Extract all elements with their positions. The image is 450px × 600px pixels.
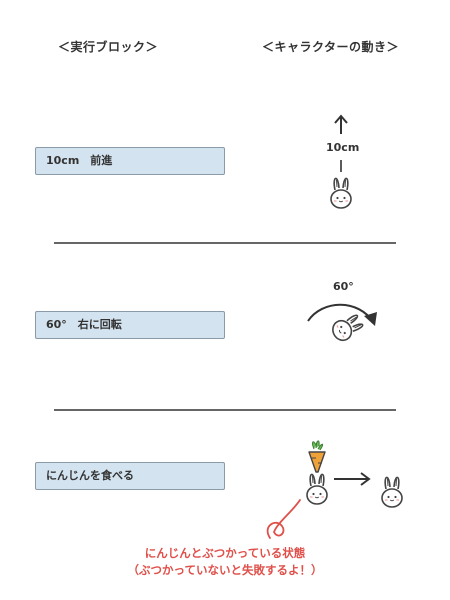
pointer-loop-icon (266, 499, 301, 539)
up-arrow-icon (334, 114, 348, 134)
movement-illustrations (266, 114, 403, 539)
carrot-icon (308, 440, 326, 473)
right-arrow-icon (334, 472, 371, 486)
bunny-rotated-icon (328, 310, 366, 345)
bunny-icon (330, 177, 352, 209)
bunny-result-icon (381, 476, 403, 508)
bunny-eating-icon (306, 473, 328, 505)
